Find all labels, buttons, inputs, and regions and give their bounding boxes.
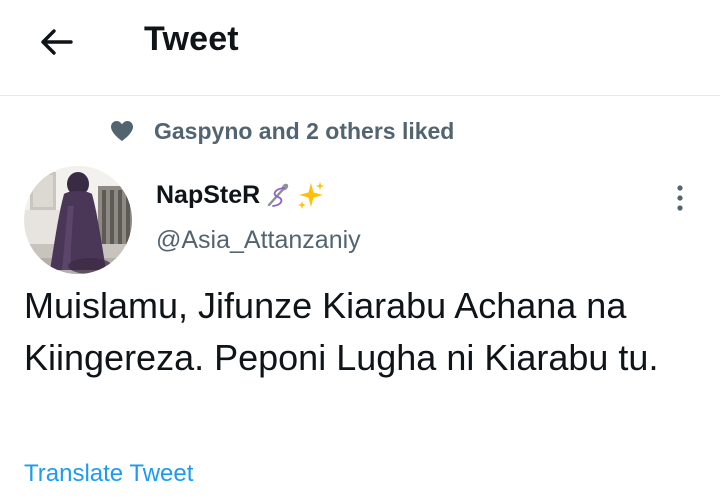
arrow-left-icon [39, 28, 73, 56]
translate-tweet-link[interactable]: Translate Tweet [24, 460, 193, 488]
avatar-image [24, 166, 132, 274]
social-context[interactable]: Gaspyno and 2 others liked [110, 116, 454, 146]
tweet-text: Muislamu, Jifunze Kiarabu Achana na Kiin… [24, 285, 659, 378]
top-bar: Tweet [0, 0, 720, 96]
more-options-button[interactable] [662, 180, 698, 216]
page-title: Tweet [144, 20, 239, 58]
sparkles-icon [296, 180, 326, 210]
needle-thread-icon [264, 181, 292, 209]
back-button[interactable] [30, 22, 82, 62]
avatar[interactable] [24, 166, 132, 274]
social-context-text: Gaspyno and 2 others liked [154, 117, 455, 144]
more-vertical-icon [676, 185, 684, 211]
author-handle[interactable]: @Asia_Attanzaniy [156, 226, 361, 255]
author-name-text: NapSteR [156, 180, 261, 209]
author-display-name[interactable]: NapSteR [156, 180, 326, 210]
heart-icon [110, 118, 136, 144]
